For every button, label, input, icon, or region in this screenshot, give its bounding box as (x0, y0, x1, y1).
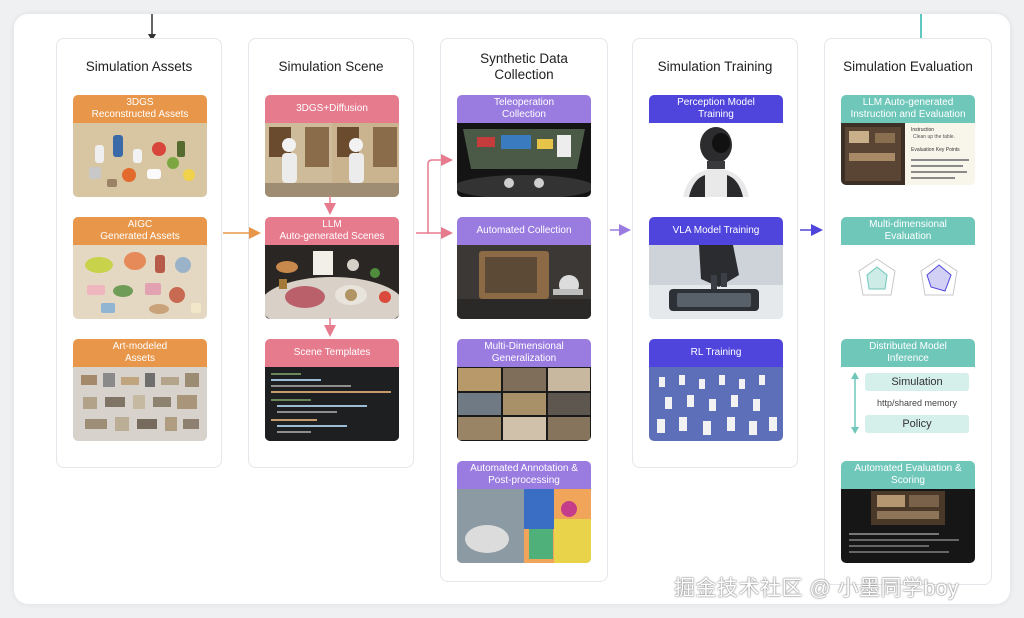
watermark: 掘金技术社区 @ 小墨同学boy (674, 577, 959, 600)
arrow-scene-to-collection (416, 154, 453, 234)
diagram-frame: Simulation Assets 3DGS Reconstructed Ass… (14, 14, 1010, 604)
flow-arrows (223, 154, 823, 337)
